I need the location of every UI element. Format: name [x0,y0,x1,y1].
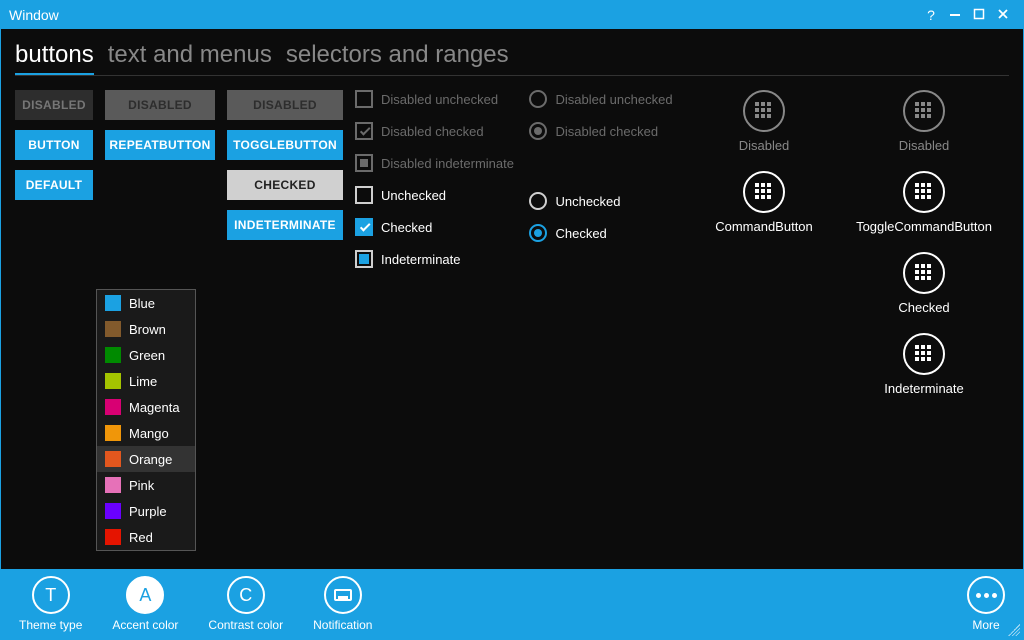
color-item-purple[interactable]: Purple [97,498,195,524]
checkbox-unchecked[interactable]: Unchecked [355,186,517,204]
tab-selectors-and-ranges[interactable]: selectors and ranges [286,41,509,75]
togglebutton-disabled: DISABLED [227,90,343,120]
color-label: Lime [129,374,157,389]
checkbox-checked[interactable]: Checked [355,218,517,236]
color-item-lime[interactable]: Lime [97,368,195,394]
color-label: Pink [129,478,154,493]
color-item-red[interactable]: Red [97,524,195,550]
color-swatch [105,321,121,337]
appbar-notification[interactable]: Notification [313,576,372,632]
togglecommandbutton[interactable]: ToggleCommandButton [859,171,989,234]
togglebutton-indeterminate[interactable]: INDETERMINATE [227,210,343,240]
checkbox-indeterminate[interactable]: Indeterminate [355,250,517,268]
resize-grip[interactable] [1008,624,1020,636]
more-icon [976,593,997,598]
togglebutton-checked[interactable]: CHECKED [227,170,343,200]
checkbox-disabled-checked: Disabled checked [355,122,517,140]
minimize-button[interactable] [943,7,967,23]
color-swatch [105,529,121,545]
close-button[interactable] [991,7,1015,23]
color-label: Green [129,348,165,363]
accent-color-popup[interactable]: Blue Brown Green Lime Magenta Mango Orange Pink… [96,289,196,551]
tab-buttons[interactable]: buttons [15,41,94,75]
color-label: Brown [129,322,166,337]
help-button[interactable]: ? [919,7,943,23]
button-default[interactable]: DEFAULT [15,170,93,200]
notification-icon [334,589,352,601]
repeatbutton[interactable]: REPEATBUTTON [105,130,215,160]
color-swatch [105,451,121,467]
color-item-magenta[interactable]: Magenta [97,394,195,420]
togglecommandbutton-checked[interactable]: Checked [859,252,989,315]
togglebutton[interactable]: TOGGLEBUTTON [227,130,343,160]
color-swatch [105,399,121,415]
appbar-theme-type[interactable]: T Theme type [19,576,82,632]
togglecommandbutton-disabled: Disabled [859,90,989,153]
color-label: Red [129,530,153,545]
radio-disabled-checked: Disabled checked [529,122,687,140]
radio-disabled-unchecked: Disabled unchecked [529,90,687,108]
color-item-mango[interactable]: Mango [97,420,195,446]
checkbox-disabled-unchecked: Disabled unchecked [355,90,517,108]
titlebar[interactable]: Window ? [1,1,1023,29]
radio-unchecked[interactable]: Unchecked [529,192,687,210]
color-item-orange[interactable]: Orange [97,446,195,472]
color-label: Purple [129,504,167,519]
color-swatch [105,425,121,441]
color-label: Blue [129,296,155,311]
color-swatch [105,477,121,493]
color-label: Mango [129,426,169,441]
commandbutton-disabled: Disabled [699,90,829,153]
appbar-accent-color[interactable]: A Accent color [112,576,178,632]
radio-checked[interactable]: Checked [529,224,687,242]
color-item-pink[interactable]: Pink [97,472,195,498]
color-item-blue[interactable]: Blue [97,290,195,316]
commandbutton[interactable]: CommandButton [699,171,829,234]
appbar-contrast-color[interactable]: C Contrast color [208,576,283,632]
repeatbutton-disabled: DISABLED [105,90,215,120]
button[interactable]: BUTTON [15,130,93,160]
tab-text-and-menus[interactable]: text and menus [108,41,272,75]
color-label: Orange [129,452,172,467]
button-disabled: DISABLED [15,90,93,120]
color-item-green[interactable]: Green [97,342,195,368]
appbar-more[interactable]: More [967,576,1005,632]
color-swatch [105,295,121,311]
tab-strip: buttons text and menus selectors and ran… [15,41,1009,76]
color-swatch [105,503,121,519]
checkbox-disabled-indeterminate: Disabled indeterminate [355,154,517,172]
color-label: Magenta [129,400,180,415]
appbar: T Theme type A Accent color C Contrast c… [1,569,1023,639]
togglecommandbutton-indeterminate[interactable]: Indeterminate [859,333,989,396]
window-title: Window [9,7,919,23]
color-swatch [105,347,121,363]
color-item-brown[interactable]: Brown [97,316,195,342]
maximize-button[interactable] [967,7,991,23]
color-swatch [105,373,121,389]
